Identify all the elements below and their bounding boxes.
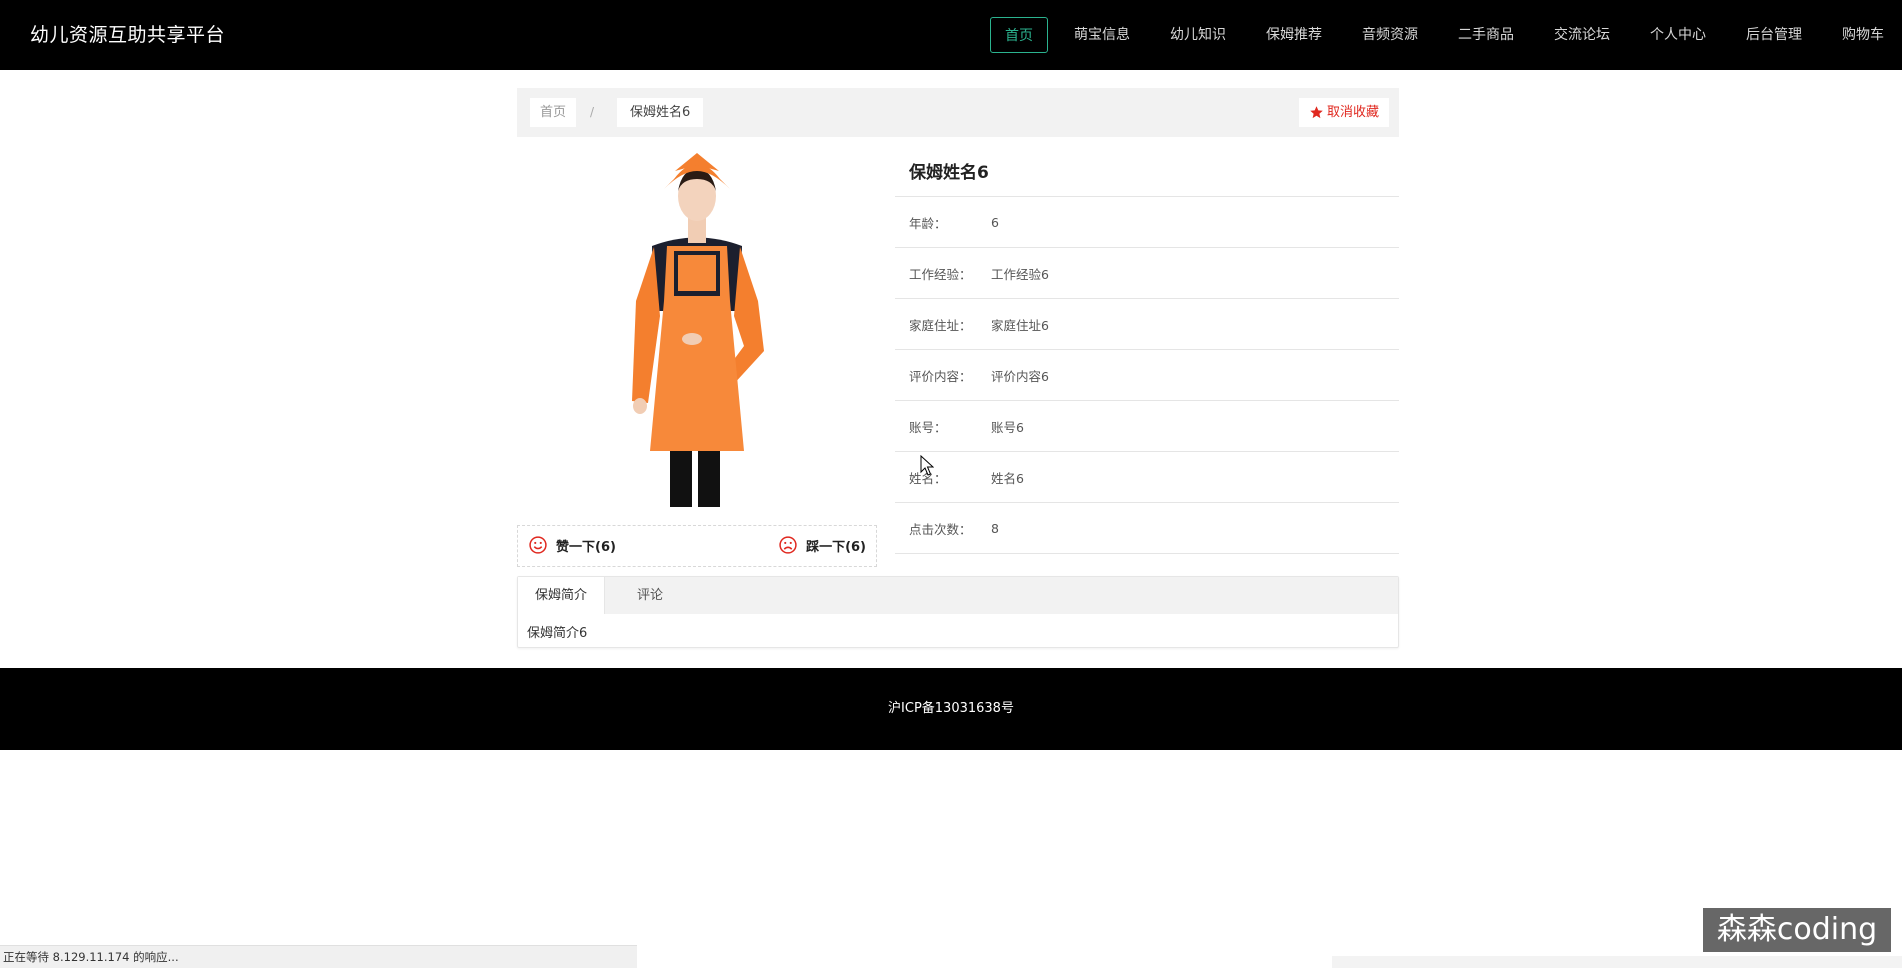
nav-child-knowledge[interactable]: 幼儿知识: [1150, 17, 1246, 53]
star-icon: [1310, 106, 1323, 119]
dislike-label: 踩一下(6): [806, 539, 866, 555]
top-navbar: 幼儿资源互助共享平台 首页 萌宝信息 幼儿知识 保姆推荐 音频资源 二手商品 交…: [0, 0, 1902, 70]
detail-label: 点击次数：: [909, 521, 972, 537]
detail-row: 评价内容： 评价内容6: [895, 350, 1399, 401]
detail-label: 姓名：: [909, 470, 947, 486]
smile-icon: [529, 536, 547, 554]
detail-value: 姓名6: [991, 470, 1024, 486]
detail-label: 评价内容：: [909, 368, 972, 384]
detail-row: 年龄： 6: [895, 197, 1399, 248]
detail-row: 家庭住址： 家庭住址6: [895, 299, 1399, 350]
like-button[interactable]: 赞一下(6): [528, 535, 616, 555]
detail-label: 年龄：: [909, 215, 947, 231]
detail-row: 账号： 账号6: [895, 401, 1399, 452]
breadcrumb-current: 保姆姓名6: [617, 98, 704, 127]
tab-header: 保姆简介 评论: [518, 577, 1398, 614]
detail-value: 评价内容6: [991, 368, 1049, 384]
detail-value: 工作经验6: [991, 266, 1049, 282]
detail-value: 账号6: [991, 419, 1024, 435]
detail-panel: 保姆姓名6 年龄： 6 工作经验： 工作经验6 家庭住址： 家庭住址6 评价内容…: [895, 151, 1399, 554]
nanny-photo-area: [517, 151, 877, 513]
nav-cart[interactable]: 购物车: [1822, 17, 1902, 53]
tab-comments[interactable]: 评论: [620, 577, 680, 614]
detail-value: 6: [991, 214, 999, 230]
detail-row: 点击次数： 8: [895, 503, 1399, 554]
browser-bottom-strip: [1332, 956, 1902, 968]
detail-label: 家庭住址：: [909, 317, 972, 333]
detail-row: 工作经验： 工作经验6: [895, 248, 1399, 299]
nav-home[interactable]: 首页: [990, 17, 1048, 53]
unfavorite-button[interactable]: 取消收藏: [1298, 98, 1389, 127]
tab-nanny-intro[interactable]: 保姆简介: [518, 577, 606, 614]
detail-label: 工作经验：: [909, 266, 972, 282]
dislike-button[interactable]: 踩一下(6): [778, 535, 866, 555]
nav-second-hand[interactable]: 二手商品: [1438, 17, 1534, 53]
vote-bar: 赞一下(6) 踩一下(6): [517, 525, 877, 567]
breadcrumb-home[interactable]: 首页: [530, 98, 577, 127]
nav-admin[interactable]: 后台管理: [1726, 17, 1822, 53]
detail-label: 账号：: [909, 419, 947, 435]
nav-baby-info[interactable]: 萌宝信息: [1054, 17, 1150, 53]
detail-title: 保姆姓名6: [895, 151, 1399, 197]
mouse-cursor-icon: [920, 455, 934, 476]
detail-value: 8: [991, 520, 999, 536]
nav-audio-resources[interactable]: 音频资源: [1342, 17, 1438, 53]
nav-forum[interactable]: 交流论坛: [1534, 17, 1630, 53]
nav-personal-center[interactable]: 个人中心: [1630, 17, 1726, 53]
detail-container: 首页 / 保姆姓名6 取消收藏 赞一下(6) 踩一下(6) 保姆姓名6 年龄： …: [517, 88, 1399, 648]
breadcrumb-separator: /: [590, 105, 595, 119]
detail-value: 家庭住址6: [991, 317, 1049, 333]
unfavorite-label: 取消收藏: [1326, 105, 1379, 120]
nav-nanny-recommend[interactable]: 保姆推荐: [1246, 17, 1342, 53]
main-nav: 首页 萌宝信息 幼儿知识 保姆推荐 音频资源 二手商品 交流论坛 个人中心 后台…: [990, 0, 1902, 70]
browser-status-bar: 正在等待 8.129.11.174 的响应...: [0, 945, 637, 968]
icp-record: 沪ICP备13031638号: [888, 701, 1014, 716]
like-label: 赞一下(6): [556, 539, 616, 555]
frown-icon: [779, 536, 797, 554]
site-footer: 沪ICP备13031638号: [0, 668, 1902, 750]
nanny-photo: [632, 153, 764, 507]
detail-row: 姓名： 姓名6: [895, 452, 1399, 503]
tab-content: 保姆简介6: [527, 626, 588, 641]
info-tabs: 保姆简介 评论 保姆简介6: [517, 576, 1399, 648]
video-watermark: 森森coding: [1703, 908, 1891, 952]
breadcrumb-bar: 首页 / 保姆姓名6 取消收藏: [517, 88, 1399, 137]
site-brand[interactable]: 幼儿资源互助共享平台: [30, 20, 225, 47]
